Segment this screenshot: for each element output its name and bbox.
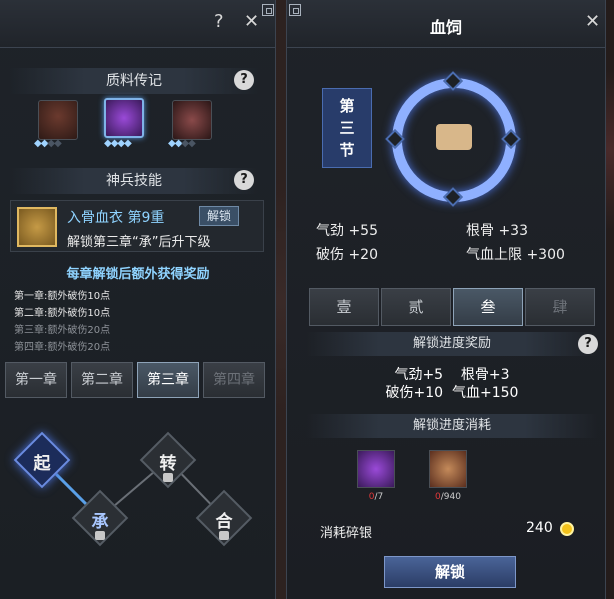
stat-poshang: 破伤 +20 — [316, 247, 378, 263]
reward-title: 解锁进度奖励 — [306, 332, 598, 356]
section-char-1: 第 — [339, 97, 355, 115]
node-he-lock-icon — [219, 531, 229, 540]
tab-chapter-2[interactable]: 第二章 — [71, 362, 133, 398]
material-slot-2-selected[interactable] — [104, 98, 144, 138]
reward-help-icon[interactable]: ? — [578, 334, 598, 354]
cost-item-crystal-icon[interactable] — [357, 450, 395, 488]
silver-coin-icon — [560, 522, 574, 536]
section-char-2: 三 — [339, 119, 355, 137]
corner-ornament-icon — [262, 4, 274, 16]
node-cheng-lock-icon — [95, 531, 105, 540]
panel-title: 血饲 — [429, 18, 462, 37]
material-3-stars: ◆◆◆◆ — [168, 138, 196, 149]
node-qi-label: 起 — [33, 454, 51, 474]
skill-card: 入骨血衣 第9重 解锁 解锁第三章“承”后升下级 — [10, 200, 264, 252]
node-zhuan-label: 转 — [159, 454, 177, 474]
close-button[interactable]: ✕ — [244, 12, 259, 32]
skill-name: 入骨血衣 第9重 — [67, 210, 165, 226]
reward-heading: 每章解锁后额外获得奖励 — [66, 267, 210, 282]
cost-crystal-count: 0/7 — [368, 492, 384, 502]
materials-help-icon[interactable]: ? — [234, 70, 254, 90]
section-banner: 第 三 节 — [322, 88, 372, 168]
stat-qijin: 气劲 +55 — [316, 223, 378, 239]
tab-section-4[interactable]: 肆 — [525, 288, 595, 326]
material-slot-1[interactable] — [38, 100, 78, 140]
skills-title: 神兵技能 — [10, 168, 258, 194]
right-panel-header: 血饲 ✕ — [287, 0, 605, 48]
cost-item-token-icon[interactable] — [429, 450, 467, 488]
close-button[interactable]: ✕ — [585, 12, 600, 32]
tab-section-1[interactable]: 壹 — [309, 288, 379, 326]
cost-title: 解锁进度消耗 — [306, 414, 598, 438]
center-lock-icon — [436, 124, 472, 150]
node-cheng-label: 承 — [91, 512, 109, 532]
stat-gengu: 根骨 +33 — [466, 223, 528, 239]
node-he-label: 合 — [215, 512, 233, 532]
skill-unlock-badge[interactable]: 解锁 — [199, 206, 239, 226]
materials-title: 质料传记 — [10, 68, 258, 94]
reward-line-3: 第三章:额外破伤20点 — [14, 325, 111, 336]
silver-label: 消耗碎银 — [320, 526, 373, 541]
reward-line-a: 气劲+5 根骨+3 — [394, 367, 510, 383]
reward-line-1: 第一章:额外破伤10点 — [14, 291, 111, 302]
material-1-stars: ◆◆◆◆ — [34, 138, 62, 149]
skills-help-icon[interactable]: ? — [234, 170, 254, 190]
tab-section-3[interactable]: 叁 — [453, 288, 523, 326]
tab-chapter-3[interactable]: 第三章 — [137, 362, 199, 398]
skill-scroll-icon — [17, 207, 57, 247]
stat-qixue: 气血上限 +300 — [466, 247, 565, 263]
tab-chapter-4[interactable]: 第四章 — [203, 362, 265, 398]
skill-description: 解锁第三章“承”后升下级 — [67, 235, 211, 250]
node-zhuan-lock-icon — [163, 473, 173, 482]
reward-line-2: 第二章:额外破伤10点 — [14, 308, 111, 319]
reward-line-4: 第四章:额外破伤20点 — [14, 342, 111, 353]
material-2-stars: ◆◆◆◆ — [104, 138, 132, 149]
section-char-3: 节 — [339, 141, 355, 159]
help-button[interactable]: ? — [214, 12, 224, 32]
reward-line-b: 破伤+10 气血+150 — [385, 385, 519, 401]
cost-token-count: 0/940 — [435, 492, 461, 502]
unlock-button[interactable]: 解锁 — [384, 556, 516, 588]
silver-value: 240 — [526, 520, 553, 536]
material-slot-3[interactable] — [172, 100, 212, 140]
tab-chapter-1[interactable]: 第一章 — [5, 362, 67, 398]
left-panel-header: ? ✕ — [0, 0, 275, 48]
weapon-detail-panel: ? ✕ 质料传记 ? ◆◆◆◆ ◆◆◆◆ ◆◆◆◆ 神兵技能 ? 入骨血衣 第9… — [0, 0, 276, 599]
tab-section-2[interactable]: 贰 — [381, 288, 451, 326]
